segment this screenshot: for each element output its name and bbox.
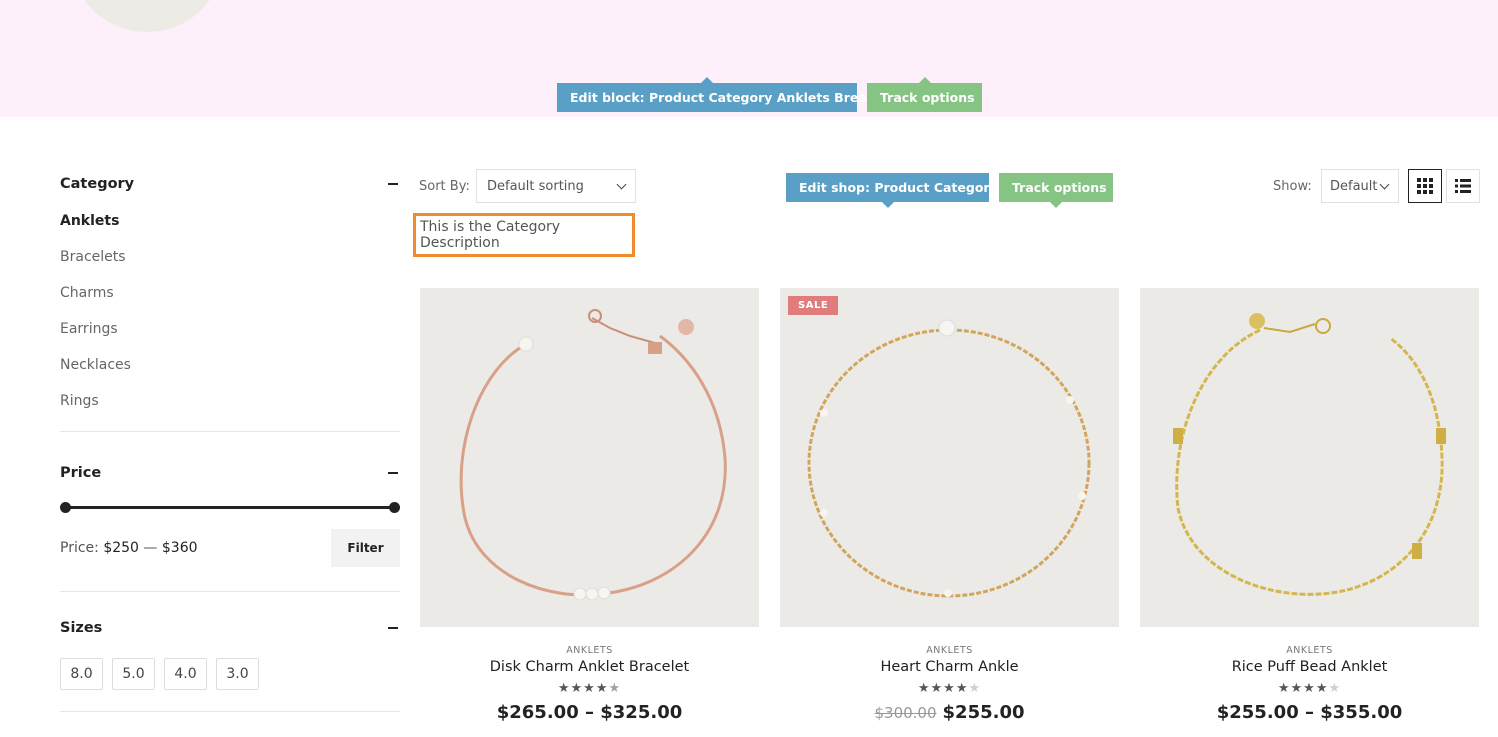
grid-view-button[interactable] [1408, 169, 1442, 203]
slider-handle-min[interactable] [60, 502, 71, 513]
category-description-text: This is the Category Description [420, 219, 561, 251]
product-name[interactable]: Disk Charm Anklet Bracelet [420, 659, 759, 675]
sort-by-label: Sort By: [419, 179, 470, 194]
divider [60, 591, 400, 592]
product-name[interactable]: Heart Charm Ankle [780, 659, 1119, 675]
track-options-button[interactable]: Track options [999, 173, 1113, 208]
product-card[interactable]: ANKLETS Rice Puff Bead Anklet ★★★★★ $255… [1140, 288, 1479, 723]
product-image[interactable]: SALE [780, 288, 1119, 627]
product-price: $255.00 – $355.00 [1216, 702, 1403, 723]
collapse-icon[interactable] [388, 183, 398, 185]
track-options-button[interactable]: Track options [867, 77, 982, 112]
price-widget-title: Price [60, 465, 102, 481]
category-item-charms[interactable]: Charms [60, 284, 400, 320]
hero-decoration [72, 0, 222, 32]
category-item-necklaces[interactable]: Necklaces [60, 356, 400, 392]
price-prefix: Price: [60, 540, 99, 556]
product-rating: ★★★★★ [1277, 681, 1342, 696]
product-card[interactable]: SALE ANKLETS Heart Charm Ankle ★★★★★ $30… [780, 288, 1119, 723]
anklet-image [1173, 313, 1446, 596]
chevron-down-icon [1379, 179, 1390, 189]
edit-shop-button[interactable]: Edit shop: Product Category [786, 173, 998, 208]
show-label: Show: [1273, 179, 1312, 194]
category-hero-banner: Edit block: Product Category Anklets Bre… [0, 0, 1498, 117]
price-separator: — [143, 540, 158, 556]
collapse-icon[interactable] [388, 627, 398, 629]
category-item-anklets[interactable]: Anklets [60, 212, 400, 248]
sale-badge: SALE [788, 296, 839, 315]
anklet-image [807, 319, 1091, 598]
filter-button[interactable]: Filter [331, 529, 400, 567]
show-select[interactable]: Default [1321, 169, 1399, 203]
list-icon [1455, 179, 1471, 193]
product-old-price: $300.00 [874, 704, 937, 722]
track-options-label: Track options [1012, 180, 1107, 195]
edit-shop-label: Edit shop: Product Category [799, 180, 998, 195]
list-view-button[interactable] [1446, 169, 1480, 203]
show-value: Default [1330, 178, 1378, 194]
product-image[interactable] [1140, 288, 1479, 627]
product-sale-price: $255.00 [942, 702, 1025, 723]
product-price: $265.00 – $325.00 [496, 702, 683, 723]
divider [60, 431, 400, 432]
category-list: Anklets Bracelets Charms Earrings Neckla… [60, 212, 400, 428]
sizes-widget-header[interactable]: Sizes [60, 614, 400, 642]
slider-track [65, 506, 396, 509]
price-range-slider[interactable] [60, 501, 400, 513]
price-min: $250 [103, 540, 139, 556]
category-item-earrings[interactable]: Earrings [60, 320, 400, 356]
category-widget-header[interactable]: Category [60, 170, 400, 198]
size-chip[interactable]: 8.0 [60, 658, 103, 690]
sort-value: Default sorting [487, 178, 584, 194]
sort-select[interactable]: Default sorting [476, 169, 636, 203]
collapse-icon[interactable] [388, 472, 398, 474]
category-item-bracelets[interactable]: Bracelets [60, 248, 400, 284]
shop-sidebar: Category Anklets Bracelets Charms Earrin… [60, 170, 400, 712]
size-chip[interactable]: 5.0 [112, 658, 155, 690]
product-card[interactable]: ANKLETS Disk Charm Anklet Bracelet ★★★★★… [420, 288, 759, 723]
category-item-rings[interactable]: Rings [60, 392, 400, 428]
product-rating: ★★★★★ [557, 681, 622, 696]
price-widget-header[interactable]: Price [60, 459, 400, 487]
edit-block-label: Edit block: Product Category Anklets Bre… [570, 90, 882, 105]
slider-handle-max[interactable] [389, 502, 400, 513]
price-row: Price: $250 — $360 Filter [60, 529, 400, 567]
grid-icon [1417, 178, 1433, 194]
size-options: 8.0 5.0 4.0 3.0 [60, 658, 400, 690]
product-category[interactable]: ANKLETS [420, 645, 759, 656]
size-chip[interactable]: 3.0 [216, 658, 259, 690]
track-options-label: Track options [880, 90, 975, 105]
price-max: $360 [161, 540, 198, 556]
chevron-down-icon [616, 179, 627, 189]
product-category[interactable]: ANKLETS [780, 645, 1119, 656]
divider [60, 711, 400, 712]
product-name[interactable]: Rice Puff Bead Anklet [1140, 659, 1479, 675]
sizes-widget-title: Sizes [60, 620, 103, 636]
price-range-text: Price: $250 — $360 [60, 540, 198, 556]
category-description: This is the Category Description [413, 213, 635, 257]
edit-block-button[interactable]: Edit block: Product Category Anklets Bre… [557, 77, 881, 112]
category-widget-title: Category [60, 176, 135, 192]
product-category[interactable]: ANKLETS [1140, 645, 1479, 656]
product-price: $300.00 $255.00 [780, 702, 1119, 723]
size-chip[interactable]: 4.0 [164, 658, 207, 690]
anklet-image [459, 309, 727, 601]
product-rating: ★★★★★ [917, 681, 982, 696]
product-image[interactable] [420, 288, 759, 627]
